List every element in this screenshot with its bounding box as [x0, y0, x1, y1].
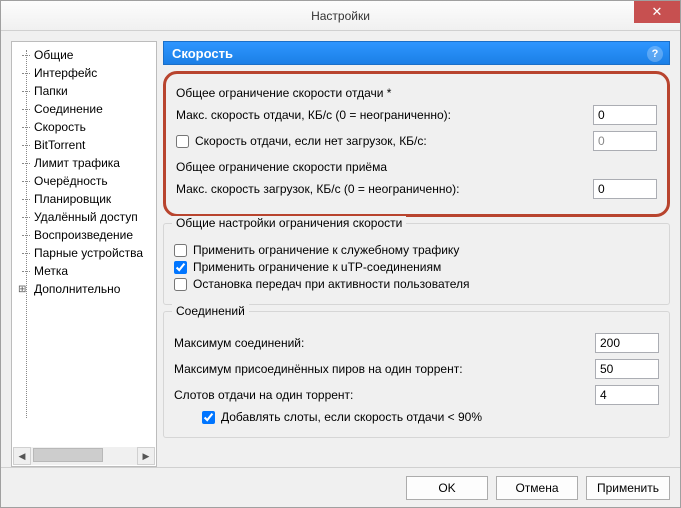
scroll-right-icon[interactable]: ▶: [137, 447, 155, 465]
upload-alt-input: [593, 131, 657, 151]
sidebar-item-paired-devices[interactable]: Парные устройства: [22, 244, 152, 262]
scroll-left-icon[interactable]: ◀: [13, 447, 31, 465]
upload-max-label: Макс. скорость отдачи, КБ/с (0 = неогран…: [176, 108, 587, 122]
sidebar-item-bittorrent[interactable]: BitTorrent: [22, 136, 152, 154]
titlebar: Настройки ✕: [1, 1, 680, 31]
general-limits-group: Общие настройки ограничения скорости При…: [163, 223, 670, 305]
download-max-input[interactable]: [593, 179, 657, 199]
apply-button[interactable]: Применить: [586, 476, 670, 500]
ok-button[interactable]: OK: [406, 476, 488, 500]
nav-tree: Общие Интерфейс Папки Соединение Скорост…: [12, 44, 156, 298]
sidebar-hscroll[interactable]: ◀ ▶: [13, 447, 155, 465]
section-header: Скорость ?: [163, 41, 670, 65]
apply-utp-checkbox[interactable]: [174, 261, 187, 274]
sidebar-item-scheduler[interactable]: Планировщик: [22, 190, 152, 208]
stop-on-activity-checkbox[interactable]: [174, 278, 187, 291]
sidebar-item-remote[interactable]: Удалённый доступ: [22, 208, 152, 226]
upload-alt-label: Скорость отдачи, если нет загрузок, КБ/с…: [195, 134, 427, 148]
extra-slots-label: Добавлять слоты, если скорость отдачи < …: [221, 410, 482, 424]
download-legend: Общее ограничение скорости приёма: [176, 160, 657, 174]
upload-alt-row: Скорость отдачи, если нет загрузок, КБ/с…: [176, 130, 657, 152]
sidebar-item-speed[interactable]: Скорость: [22, 118, 152, 136]
apply-overhead-checkbox[interactable]: [174, 244, 187, 257]
sidebar-item-traffic-limit[interactable]: Лимит трафика: [22, 154, 152, 172]
footer: OK Отмена Применить: [1, 467, 680, 507]
apply-overhead-label: Применить ограничение к служебному трафи…: [193, 243, 459, 257]
upload-alt-checkbox[interactable]: [176, 135, 189, 148]
sidebar-item-label[interactable]: Метка: [22, 262, 152, 280]
download-max-row: Макс. скорость загрузок, КБ/с (0 = неогр…: [176, 178, 657, 200]
scroll-thumb[interactable]: [33, 448, 103, 462]
help-icon[interactable]: ?: [647, 46, 663, 62]
close-icon: ✕: [652, 4, 663, 20]
max-peers-row: Максимум присоединённых пиров на один то…: [174, 358, 659, 380]
connections-legend: Соединений: [172, 304, 249, 318]
extra-slots-checkbox[interactable]: [202, 411, 215, 424]
sidebar-item-general[interactable]: Общие: [22, 46, 152, 64]
section-title: Скорость: [172, 46, 233, 61]
slots-label: Слотов отдачи на один торрент:: [174, 388, 589, 402]
apply-utp-label: Применить ограничение к uTP-соединениям: [193, 260, 441, 274]
sidebar-item-connection[interactable]: Соединение: [22, 100, 152, 118]
stop-on-activity-label: Остановка передач при активности пользов…: [193, 277, 470, 291]
max-conn-label: Максимум соединений:: [174, 336, 589, 350]
apply-utp-check[interactable]: Применить ограничение к uTP-соединениям: [174, 260, 659, 274]
slots-input[interactable]: [595, 385, 659, 405]
scroll-track[interactable]: [31, 447, 137, 465]
sidebar-item-interface[interactable]: Интерфейс: [22, 64, 152, 82]
apply-overhead-check[interactable]: Применить ограничение к служебному трафи…: [174, 243, 659, 257]
stop-on-activity-check[interactable]: Остановка передач при активности пользов…: [174, 277, 659, 291]
cancel-button[interactable]: Отмена: [496, 476, 578, 500]
window-title: Настройки: [311, 9, 370, 23]
main-panel: Скорость ? Общее ограничение скорости от…: [163, 41, 670, 467]
sidebar-item-folders[interactable]: Папки: [22, 82, 152, 100]
upload-max-row: Макс. скорость отдачи, КБ/с (0 = неогран…: [176, 104, 657, 126]
extra-slots-check[interactable]: Добавлять слоты, если скорость отдачи < …: [202, 410, 659, 424]
settings-window: Настройки ✕ Общие Интерфейс Папки Соедин…: [0, 0, 681, 508]
content-area: Общие Интерфейс Папки Соединение Скорост…: [1, 31, 680, 467]
sidebar-item-advanced[interactable]: Дополнительно: [22, 280, 152, 298]
upload-max-input[interactable]: [593, 105, 657, 125]
max-peers-input[interactable]: [595, 359, 659, 379]
connections-group: Соединений Максимум соединений: Максимум…: [163, 311, 670, 438]
general-legend: Общие настройки ограничения скорости: [172, 216, 406, 230]
upload-alt-check[interactable]: Скорость отдачи, если нет загрузок, КБ/с…: [176, 134, 587, 148]
max-peers-label: Максимум присоединённых пиров на один то…: [174, 362, 589, 376]
close-button[interactable]: ✕: [634, 1, 680, 23]
sidebar: Общие Интерфейс Папки Соединение Скорост…: [11, 41, 157, 467]
sidebar-item-queue[interactable]: Очерёдность: [22, 172, 152, 190]
download-max-label: Макс. скорость загрузок, КБ/с (0 = неогр…: [176, 182, 587, 196]
upload-legend: Общее ограничение скорости отдачи *: [176, 86, 657, 100]
max-conn-input[interactable]: [595, 333, 659, 353]
max-conn-row: Максимум соединений:: [174, 332, 659, 354]
sidebar-item-playback[interactable]: Воспроизведение: [22, 226, 152, 244]
slots-row: Слотов отдачи на один торрент:: [174, 384, 659, 406]
rate-limits-group: Общее ограничение скорости отдачи * Макс…: [163, 71, 670, 217]
